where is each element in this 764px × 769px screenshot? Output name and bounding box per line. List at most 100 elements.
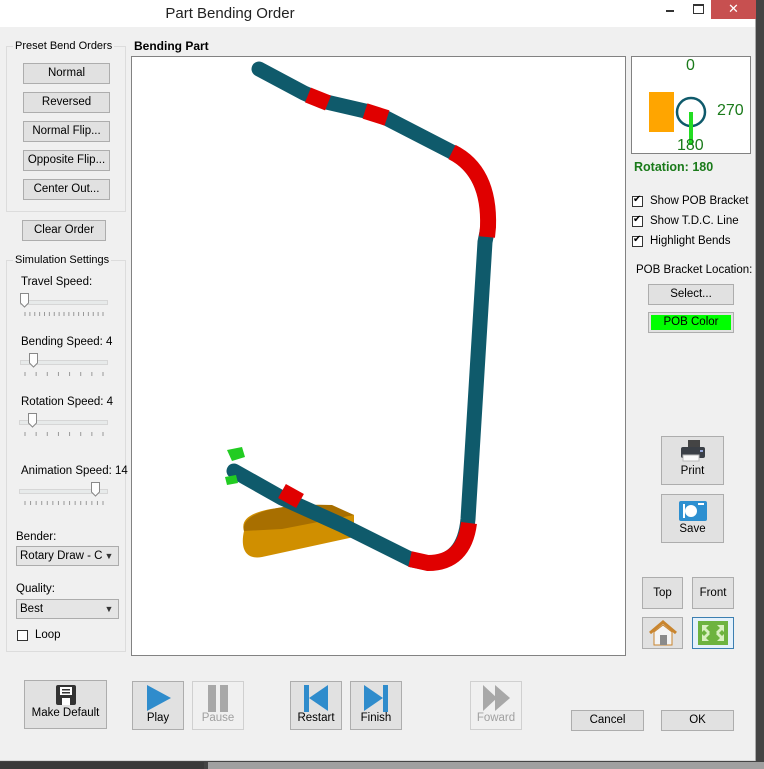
quality-label: Quality:: [16, 583, 55, 595]
clear-order-label: Clear Order: [33, 224, 95, 236]
title-bar: Part Bending Order ✕: [0, 0, 756, 27]
camera-icon: [678, 501, 707, 521]
skip-back-icon: [304, 685, 328, 712]
dial-label-0: 0: [686, 57, 695, 74]
die-block-indicator: [649, 92, 674, 132]
bending-part-3d-view[interactable]: [132, 57, 625, 655]
preset-opposite-flip-button[interactable]: Opposite Flip...: [23, 150, 110, 171]
loop-label: Loop: [35, 629, 61, 641]
bend-4: [408, 521, 477, 572]
pause-button[interactable]: Pause: [192, 681, 244, 730]
make-default-button[interactable]: Make Default: [24, 680, 107, 729]
background-taskbar-left: [0, 762, 204, 769]
close-button[interactable]: ✕: [711, 0, 756, 19]
print-button[interactable]: Print: [661, 436, 724, 485]
rotation-readout: Rotation: 180: [634, 160, 714, 174]
preset-reversed-button[interactable]: Reversed: [23, 92, 110, 113]
quality-selected-value: Best: [20, 603, 44, 615]
simulation-settings-legend: Simulation Settings: [15, 254, 110, 266]
bending-part-viewport[interactable]: [131, 56, 626, 656]
ok-button[interactable]: OK: [661, 710, 734, 731]
bend-2: [362, 103, 390, 126]
background-taskbar-right: [208, 762, 764, 769]
bend-5: [278, 484, 304, 508]
rotation-dial: 0 270 180: [631, 56, 751, 154]
highlight-bends-checkbox[interactable]: [632, 234, 643, 247]
preset-bend-orders-legend: Preset Bend Orders: [15, 40, 113, 52]
restart-button[interactable]: Restart: [290, 681, 342, 730]
loop-checkbox[interactable]: [17, 630, 28, 641]
play-button[interactable]: Play: [132, 681, 184, 730]
viewport-title: Bending Part: [134, 39, 209, 53]
animation-speed-thumb[interactable]: [91, 482, 100, 497]
chevron-down-icon: ▼: [102, 600, 116, 618]
finish-button[interactable]: Finish: [350, 681, 402, 730]
rotation-speed-ticks: [24, 432, 104, 436]
bending-speed-ticks: [24, 372, 104, 376]
pob-select-label: Select...: [670, 288, 712, 300]
show-pob-bracket-checkbox[interactable]: [632, 194, 643, 207]
show-tdc-line-checkbox[interactable]: [632, 214, 643, 227]
preset-normal-button[interactable]: Normal: [23, 63, 110, 84]
front-view-label: Front: [699, 587, 727, 599]
window-title: Part Bending Order: [165, 5, 295, 22]
rotation-speed-thumb[interactable]: [28, 413, 37, 428]
pob-select-button[interactable]: Select...: [648, 284, 734, 305]
forward-button[interactable]: Foward: [470, 681, 522, 730]
rotation-speed-label: Rotation Speed: 4: [21, 396, 114, 408]
dial-label-270: 270: [717, 102, 744, 119]
part-bending-order-window: Part Bending Order ✕ Preset Bend Orders …: [0, 0, 756, 761]
play-label: Play: [146, 712, 170, 724]
save-image-label: Save: [679, 523, 706, 535]
cancel-button[interactable]: Cancel: [571, 710, 644, 731]
pause-label: Pause: [201, 712, 235, 724]
preset-normal-flip-button[interactable]: Normal Flip...: [23, 121, 110, 142]
pob-bracket-location-label: POB Bracket Location:: [636, 264, 753, 276]
pob-color-button[interactable]: POB Color: [648, 312, 734, 333]
preset-opposite-flip-label: Opposite Flip...: [27, 154, 106, 166]
make-default-label: Make Default: [31, 707, 100, 719]
bender-select[interactable]: Rotary Draw - Clo ▼: [16, 546, 119, 566]
home-view-button[interactable]: [642, 617, 683, 649]
travel-speed-track[interactable]: [20, 300, 108, 305]
preset-normal-flip-label: Normal Flip...: [32, 125, 101, 137]
preset-center-out-button[interactable]: Center Out...: [23, 179, 110, 200]
show-tdc-line-label: Show T.D.C. Line: [650, 215, 739, 227]
show-pob-bracket-label: Show POB Bracket: [650, 195, 749, 207]
expand-arrows-icon: [698, 621, 728, 645]
cancel-label: Cancel: [589, 714, 626, 726]
fit-to-view-button[interactable]: [692, 617, 734, 649]
restart-label: Restart: [297, 712, 335, 724]
bender-selected-value: Rotary Draw - Clo: [20, 550, 112, 562]
maximize-button[interactable]: [693, 4, 704, 14]
highlight-bends-label: Highlight Bends: [650, 235, 731, 247]
quality-select[interactable]: Best ▼: [16, 599, 119, 619]
forward-label: Foward: [476, 712, 516, 724]
preset-normal-label: Normal: [47, 67, 86, 79]
print-label: Print: [680, 465, 705, 477]
bend-highlights: [278, 87, 497, 572]
clear-order-button[interactable]: Clear Order: [22, 220, 106, 241]
close-icon: ✕: [728, 1, 739, 16]
preset-reversed-label: Reversed: [41, 96, 92, 108]
bottom-separator: [0, 760, 755, 761]
dial-label-180: 180: [677, 137, 704, 154]
bend-3: [448, 144, 497, 238]
skip-forward-icon: [364, 685, 388, 712]
bending-speed-thumb[interactable]: [29, 353, 38, 368]
top-view-label: Top: [653, 587, 672, 599]
front-view-button[interactable]: Front: [692, 577, 734, 609]
pause-icon: [208, 685, 228, 712]
dialog-client: Preset Bend Orders Normal Reversed Norma…: [0, 27, 755, 762]
travel-speed-thumb[interactable]: [20, 293, 29, 308]
animation-speed-label: Animation Speed: 14: [21, 465, 128, 477]
minimize-button[interactable]: [666, 10, 674, 12]
save-image-button[interactable]: Save: [661, 494, 724, 543]
printer-icon: [680, 440, 705, 462]
fast-forward-icon: [483, 685, 510, 711]
home-icon: [648, 620, 677, 646]
ok-label: OK: [689, 714, 706, 726]
travel-speed-ticks: [24, 312, 104, 316]
top-view-button[interactable]: Top: [642, 577, 683, 609]
floppy-disk-icon: [55, 685, 76, 705]
